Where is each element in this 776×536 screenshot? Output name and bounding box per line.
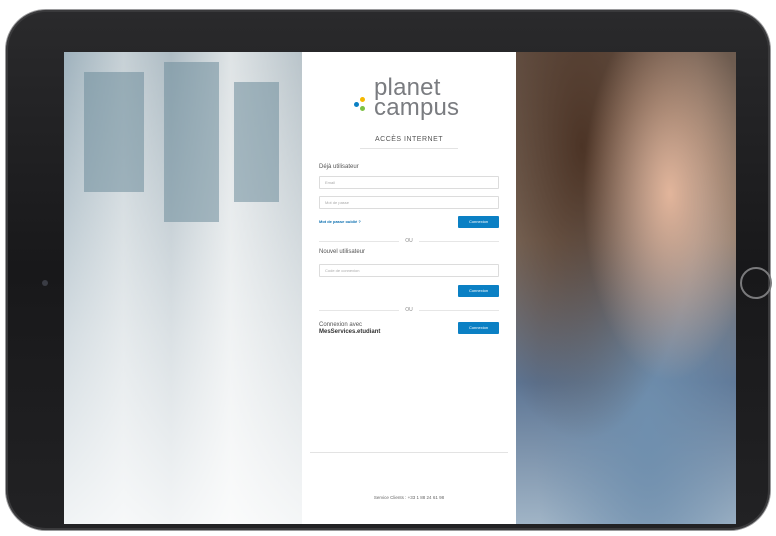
title-divider	[360, 148, 458, 149]
logo-line-2: campus	[374, 94, 460, 121]
mes-services-login-button[interactable]: Connexion	[458, 322, 499, 334]
planet-campus-logo: planet campus	[354, 76, 474, 128]
home-button[interactable]	[740, 267, 772, 299]
mes-services-label-line-1: Connexion avec	[319, 322, 363, 328]
service-client-phone: Service Clients : +33 1 88 24 61 98	[373, 495, 445, 500]
logo-text: planet campus	[374, 76, 460, 121]
mes-services-label: Connexion avec MesServices.etudiant	[319, 322, 380, 336]
background-window	[234, 82, 279, 202]
camera-dot	[42, 280, 48, 286]
background-photo-left	[64, 52, 302, 524]
new-user-label: Nouvel utilisateur	[319, 249, 366, 255]
forgot-password-link[interactable]: Mot de passe oublié ?	[319, 219, 361, 224]
login-panel: planet campus ACCÈS INTERNET Déjà utilis…	[302, 52, 516, 524]
code-login-button[interactable]: Connexion	[458, 285, 499, 297]
tablet-frame: planet campus ACCÈS INTERNET Déjà utilis…	[6, 10, 772, 530]
screen: planet campus ACCÈS INTERNET Déjà utilis…	[64, 52, 736, 524]
logo-dots-icon	[354, 94, 374, 114]
separator-line	[419, 241, 499, 242]
page-title: ACCÈS INTERNET	[374, 136, 444, 143]
email-field[interactable]: Email	[319, 176, 499, 189]
background-window	[84, 72, 144, 192]
background-photo-right	[516, 52, 736, 524]
login-button[interactable]: Connexion	[458, 216, 499, 228]
footer-divider	[310, 452, 508, 453]
background-window	[164, 62, 219, 222]
connection-code-field[interactable]: Code de connexion	[319, 264, 499, 277]
existing-user-label: Déjà utilisateur	[319, 164, 359, 170]
password-field[interactable]: Mot de passe	[319, 196, 499, 209]
separator-line	[419, 310, 499, 311]
mes-services-label-line-2: MesServices.etudiant	[319, 329, 381, 335]
